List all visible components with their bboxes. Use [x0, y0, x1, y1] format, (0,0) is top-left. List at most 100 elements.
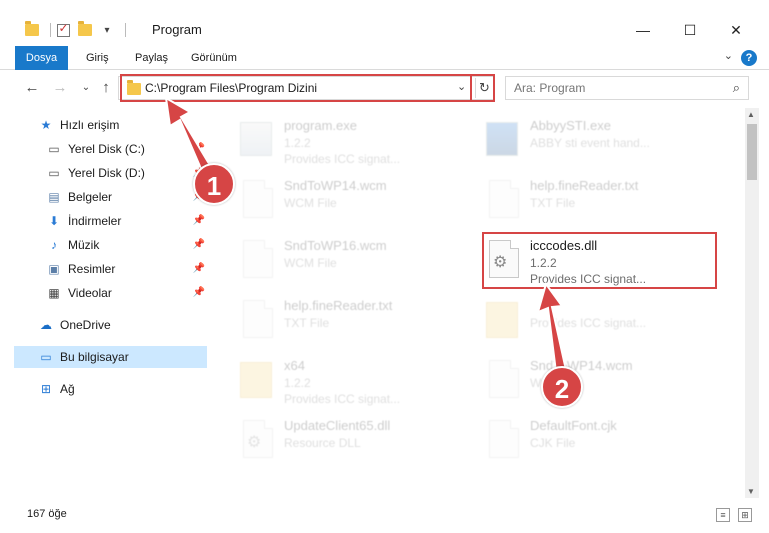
status-bar: 167 öğe ≡ ⊞ [0, 502, 769, 526]
step-badge-1: 1 [193, 163, 235, 205]
sidebar-item-documents[interactable]: ▤ Belgeler 📌 [46, 186, 207, 208]
recent-locations-chevron-icon[interactable]: ⌄ [76, 78, 96, 98]
tab-share[interactable]: Paylaş [125, 46, 178, 70]
scroll-thumb[interactable] [747, 124, 757, 180]
pictures-icon: ▣ [48, 262, 60, 276]
minimize-button[interactable]: — [620, 18, 666, 42]
search-input[interactable] [514, 80, 714, 96]
gear-file-icon: ⚙ [240, 418, 276, 462]
tab-file[interactable]: Dosya [15, 46, 68, 70]
music-icon: ♪ [51, 238, 57, 252]
navigation-pane: ★ Hızlı erişim ▭ Yerel Disk (C:) 📌 ▭ Yer… [14, 112, 207, 492]
file-tile[interactable]: SndToWP16.wcm WCM File [234, 232, 474, 288]
sidebar-item-label: İndirmeler [68, 214, 122, 228]
file-tile[interactable]: SndToWP14.wcm WCM File [234, 172, 474, 228]
sidebar-item-music[interactable]: ♪ Müzik 📌 [46, 234, 207, 256]
file-name: AbbyySTI.exe [530, 118, 611, 133]
file-type: TXT File [530, 196, 576, 210]
file-type: TXT File [284, 316, 330, 330]
sidebar-item-local-disk-d[interactable]: ▭ Yerel Disk (D:) 📌 [46, 162, 207, 184]
sidebar-item-label: Müzik [68, 238, 100, 252]
computer-icon: ▭ [40, 350, 52, 364]
sidebar-item-quick-access[interactable]: ★ Hızlı erişim [38, 114, 231, 136]
sidebar-item-onedrive[interactable]: ☁ OneDrive [38, 314, 207, 336]
step-badge-2: 2 [541, 366, 583, 408]
details-view-icon[interactable]: ≡ [716, 508, 730, 522]
file-icon [240, 178, 276, 222]
file-tile[interactable]: help.fineReader.txt TXT File [480, 172, 720, 228]
back-arrow-icon[interactable]: ← [22, 78, 42, 98]
maximize-button[interactable]: ☐ [667, 18, 713, 42]
pin-icon: 📌 [192, 215, 205, 226]
sidebar-item-label: Yerel Disk (D:) [68, 166, 145, 180]
file-icon [486, 358, 522, 402]
file-tile[interactable]: ⚙ UpdateClient65.dll Resource DLL [234, 412, 474, 468]
item-count: 167 öğe [27, 508, 67, 520]
sidebar-item-pictures[interactable]: ▣ Resimler 📌 [46, 258, 207, 280]
file-icon [486, 418, 522, 462]
sidebar-item-label: OneDrive [60, 318, 111, 332]
tab-view[interactable]: Görünüm [181, 46, 247, 70]
close-button[interactable]: ✕ [713, 18, 759, 42]
separator [125, 23, 126, 37]
file-version: 1.2.2 [284, 136, 311, 150]
file-icon [240, 298, 276, 342]
file-name: help.fineReader.txt [284, 298, 393, 313]
sidebar-item-videos[interactable]: ▦ Videolar 📌 [46, 282, 207, 304]
ribbon-tabs: Dosya Giriş Paylaş Görünüm ⌄ ? [0, 46, 769, 70]
properties-icon[interactable] [55, 21, 71, 38]
cloud-icon: ☁ [40, 318, 52, 332]
large-icons-view-icon[interactable]: ⊞ [738, 508, 752, 522]
sidebar-item-label: Resimler [68, 262, 116, 276]
file-highlight-box [482, 232, 717, 289]
video-icon: ▦ [48, 286, 60, 300]
file-tile[interactable]: help.fineReader.txt TXT File [234, 292, 474, 348]
refresh-highlight-box [470, 74, 495, 102]
vertical-scrollbar[interactable]: ▲ ▼ [745, 108, 759, 498]
file-icon [486, 178, 522, 222]
sidebar-item-label: Belgeler [68, 190, 113, 204]
file-type: WCM File [284, 196, 337, 210]
file-type: ABBY sti event hand... [530, 136, 650, 150]
sidebar-item-label: Bu bilgisayar [60, 350, 129, 364]
pin-icon: 📌 [192, 287, 205, 298]
scroll-down-icon[interactable]: ▼ [747, 487, 755, 496]
file-type: CJK File [530, 436, 576, 450]
file-type: W [530, 376, 542, 390]
download-icon: ⬇ [48, 214, 60, 228]
customize-toolbar-icon[interactable]: ▾ [99, 22, 115, 38]
forward-arrow-icon[interactable]: → [50, 78, 70, 98]
file-version: 1.2.2 [284, 376, 311, 390]
file-description: Provides ICC signat... [530, 316, 647, 330]
scroll-up-icon[interactable]: ▲ [747, 110, 755, 119]
drive-icon: ▭ [48, 166, 60, 180]
sidebar-item-label: Hızlı erişim [60, 118, 120, 132]
file-description: Provides ICC signat... [284, 392, 401, 406]
sidebar-item-network[interactable]: ⊞ Ağ [38, 378, 207, 400]
up-arrow-icon[interactable]: ↑ [96, 78, 116, 98]
sidebar-item-label: Videolar [68, 286, 112, 300]
search-box[interactable]: ⌕ [505, 76, 749, 100]
file-tile[interactable]: SndToWP14.wcm W [480, 352, 720, 408]
file-tile[interactable]: program.exe 1.2.2 Provides ICC signat... [234, 112, 474, 168]
sidebar-item-this-pc[interactable]: ▭ Bu bilgisayar [14, 346, 207, 368]
file-tile[interactable]: Provides ICC signat... [480, 292, 720, 348]
network-icon: ⊞ [40, 382, 52, 396]
exe-icon [486, 118, 522, 162]
pin-icon: 📌 [192, 263, 205, 274]
tab-home[interactable]: Giriş [76, 46, 119, 70]
chevron-down-icon[interactable]: ⌄ [724, 49, 733, 62]
file-type: Resource DLL [284, 436, 361, 450]
file-tile[interactable]: DefaultFont.cjk CJK File [480, 412, 720, 468]
help-button[interactable]: ? [741, 50, 757, 66]
file-tile[interactable]: x64 1.2.2 Provides ICC signat... [234, 352, 474, 408]
quick-access-toolbar: ▾ [24, 20, 130, 40]
folder-icon [240, 358, 276, 402]
sidebar-item-downloads[interactable]: ⬇ İndirmeler 📌 [46, 210, 207, 232]
file-tile[interactable]: AbbyySTI.exe ABBY sti event hand... [480, 112, 720, 168]
sidebar-item-local-disk-c[interactable]: ▭ Yerel Disk (C:) 📌 [46, 138, 207, 160]
new-folder-icon[interactable] [77, 21, 93, 38]
file-name: SndToWP14.wcm [530, 358, 633, 373]
file-name: DefaultFont.cjk [530, 418, 617, 433]
window-title: Program [152, 22, 202, 37]
